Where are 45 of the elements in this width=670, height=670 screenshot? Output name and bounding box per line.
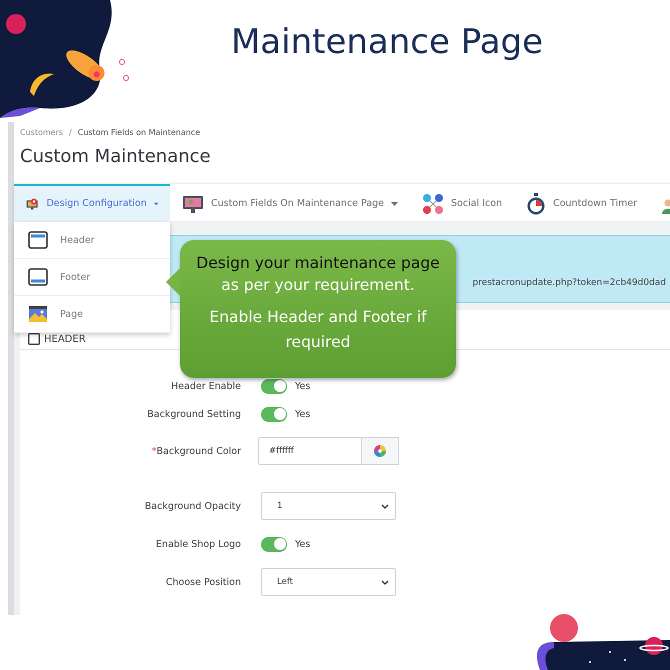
chevron-down-icon [381, 580, 389, 584]
tab[interactable]: Design Configuration [14, 184, 170, 221]
toggle-switch[interactable] [261, 378, 287, 394]
toggle-switch[interactable] [261, 536, 287, 552]
field-label: Background Setting [147, 408, 241, 420]
webpage-image-icon [28, 305, 48, 323]
tab[interactable]: Social Icon [410, 184, 514, 221]
callout-text: as per your requirement. [220, 275, 416, 296]
caret-icon [391, 202, 398, 206]
toggle-switch[interactable] [261, 406, 287, 422]
monitor-icon [182, 194, 204, 214]
panel-header-icon [28, 333, 40, 345]
window-footer-icon [28, 268, 48, 286]
color-wheel-icon [374, 445, 386, 457]
callout-text: Enable Header and Footer if required [208, 307, 428, 353]
breadcrumb-separator: / [69, 128, 72, 137]
window-header-icon [28, 231, 48, 249]
panel-heading: HEADER [44, 334, 86, 345]
toggle-value: Yes [295, 380, 310, 392]
stopwatch-icon [526, 192, 546, 214]
toggle-value: Yes [295, 538, 310, 550]
menu-item[interactable]: Header [14, 222, 170, 259]
breadcrumb-link[interactable]: Custom Fields on Maintenance [78, 128, 200, 137]
banner-title: Maintenance Page [230, 22, 544, 62]
select-field[interactable]: 1 [261, 492, 396, 520]
tab[interactable]: Countdown Timer [514, 184, 650, 221]
caret-icon [154, 202, 158, 206]
select-field[interactable]: Left [261, 568, 396, 596]
callout-text: Design your maintenance page [195, 253, 441, 274]
social-icon [422, 192, 444, 214]
toggle-value: Yes [295, 408, 310, 420]
alert-text: prestacronupdate.php?token=2cb49d0dad [472, 278, 666, 288]
menu-item[interactable]: Footer [14, 259, 170, 296]
color-picker-button[interactable] [362, 437, 399, 465]
field-label: Enable Shop Logo [156, 538, 241, 550]
chevron-down-icon [381, 504, 389, 508]
page-title: Custom Maintenance [19, 145, 212, 169]
field-label: Background Opacity [144, 500, 241, 512]
tab[interactable]: Custom Fields On Maintenance Page [170, 184, 410, 221]
breadcrumb-link[interactable]: Customers [20, 128, 64, 137]
field-label: *Background Color [152, 446, 241, 456]
menu-item[interactable]: Page [14, 296, 170, 333]
field-label: Choose Position [166, 576, 241, 588]
color-input[interactable]: #ffffff [258, 437, 362, 465]
field-label: Header Enable [171, 380, 241, 392]
